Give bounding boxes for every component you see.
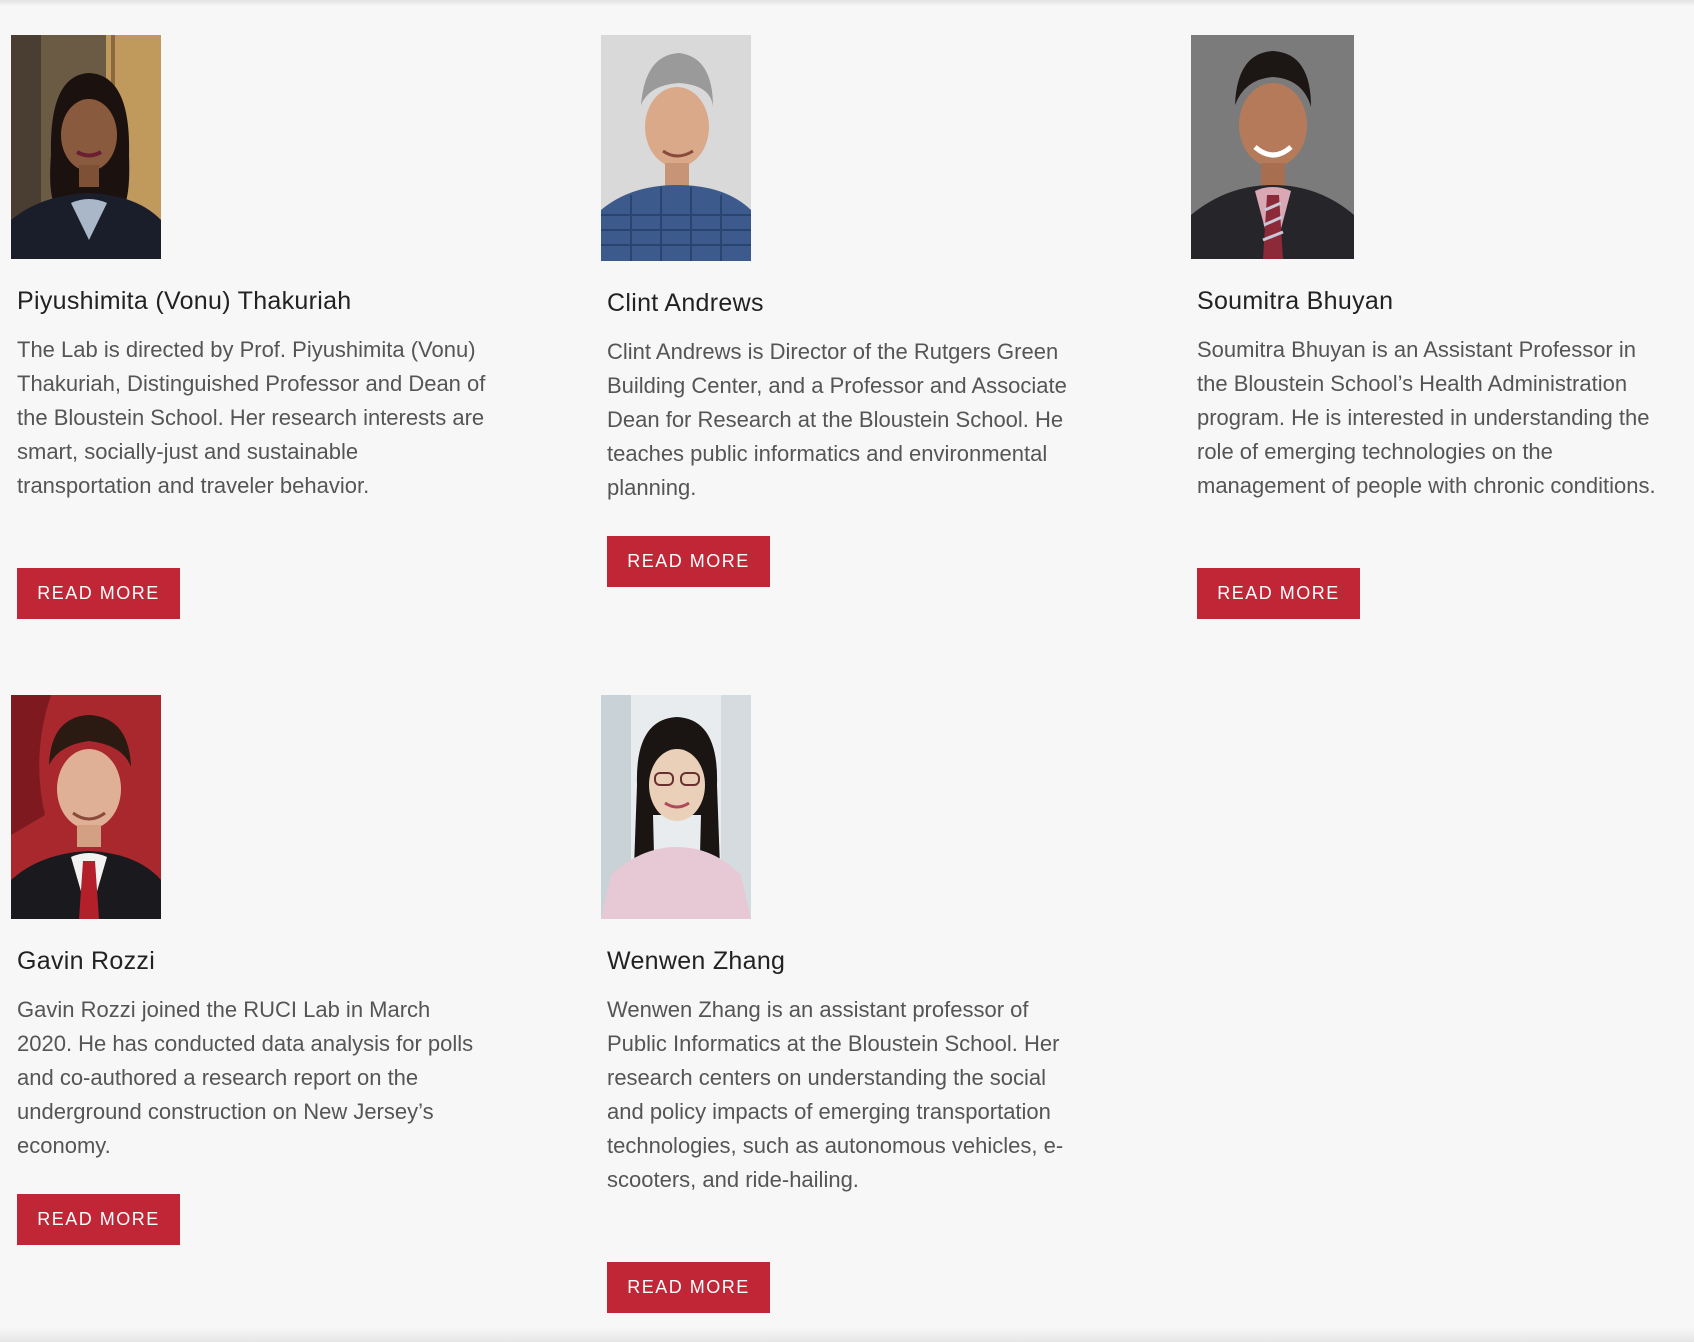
bottom-edge-shadow	[0, 1328, 1694, 1342]
read-more-button[interactable]: READ MORE	[607, 536, 770, 587]
person-name: Clint Andrews	[607, 289, 764, 317]
person-name: Piyushimita (Vonu) Thakuriah	[17, 287, 352, 315]
person-photo	[11, 695, 161, 919]
top-edge-shadow	[0, 0, 1694, 6]
person-photo	[601, 695, 751, 919]
person-name: Wenwen Zhang	[607, 947, 786, 975]
person-card-thakuriah: Piyushimita (Vonu) Thakuriah The Lab is …	[11, 35, 491, 625]
person-bio: Wenwen Zhang is an assistant professor o…	[607, 997, 1064, 1192]
person-bio: The Lab is directed by Prof. Piyushimita…	[17, 337, 486, 498]
person-card-zhang: Wenwen Zhang Wenwen Zhang is an assistan…	[601, 695, 1081, 1315]
person-bio: Gavin Rozzi joined the RUCI Lab in March…	[17, 997, 474, 1158]
person-card-rozzi: Gavin Rozzi Gavin Rozzi joined the RUCI …	[11, 695, 491, 1255]
read-more-button[interactable]: READ MORE	[607, 1262, 770, 1313]
person-card-andrews: Clint Andrews Clint Andrews is Director …	[601, 35, 1081, 595]
read-more-button[interactable]: READ MORE	[17, 568, 180, 619]
read-more-button[interactable]: READ MORE	[1197, 568, 1360, 619]
person-photo	[11, 35, 161, 259]
person-bio: Soumitra Bhuyan is an Assistant Professo…	[1197, 337, 1656, 498]
person-card-bhuyan: Soumitra Bhuyan Soumitra Bhuyan is an As…	[1191, 35, 1671, 625]
person-photo	[601, 35, 751, 261]
person-name: Soumitra Bhuyan	[1197, 287, 1394, 315]
person-photo	[1191, 35, 1354, 259]
person-name: Gavin Rozzi	[17, 947, 156, 975]
read-more-button[interactable]: READ MORE	[17, 1194, 180, 1245]
person-bio: Clint Andrews is Director of the Rutgers…	[607, 339, 1067, 500]
